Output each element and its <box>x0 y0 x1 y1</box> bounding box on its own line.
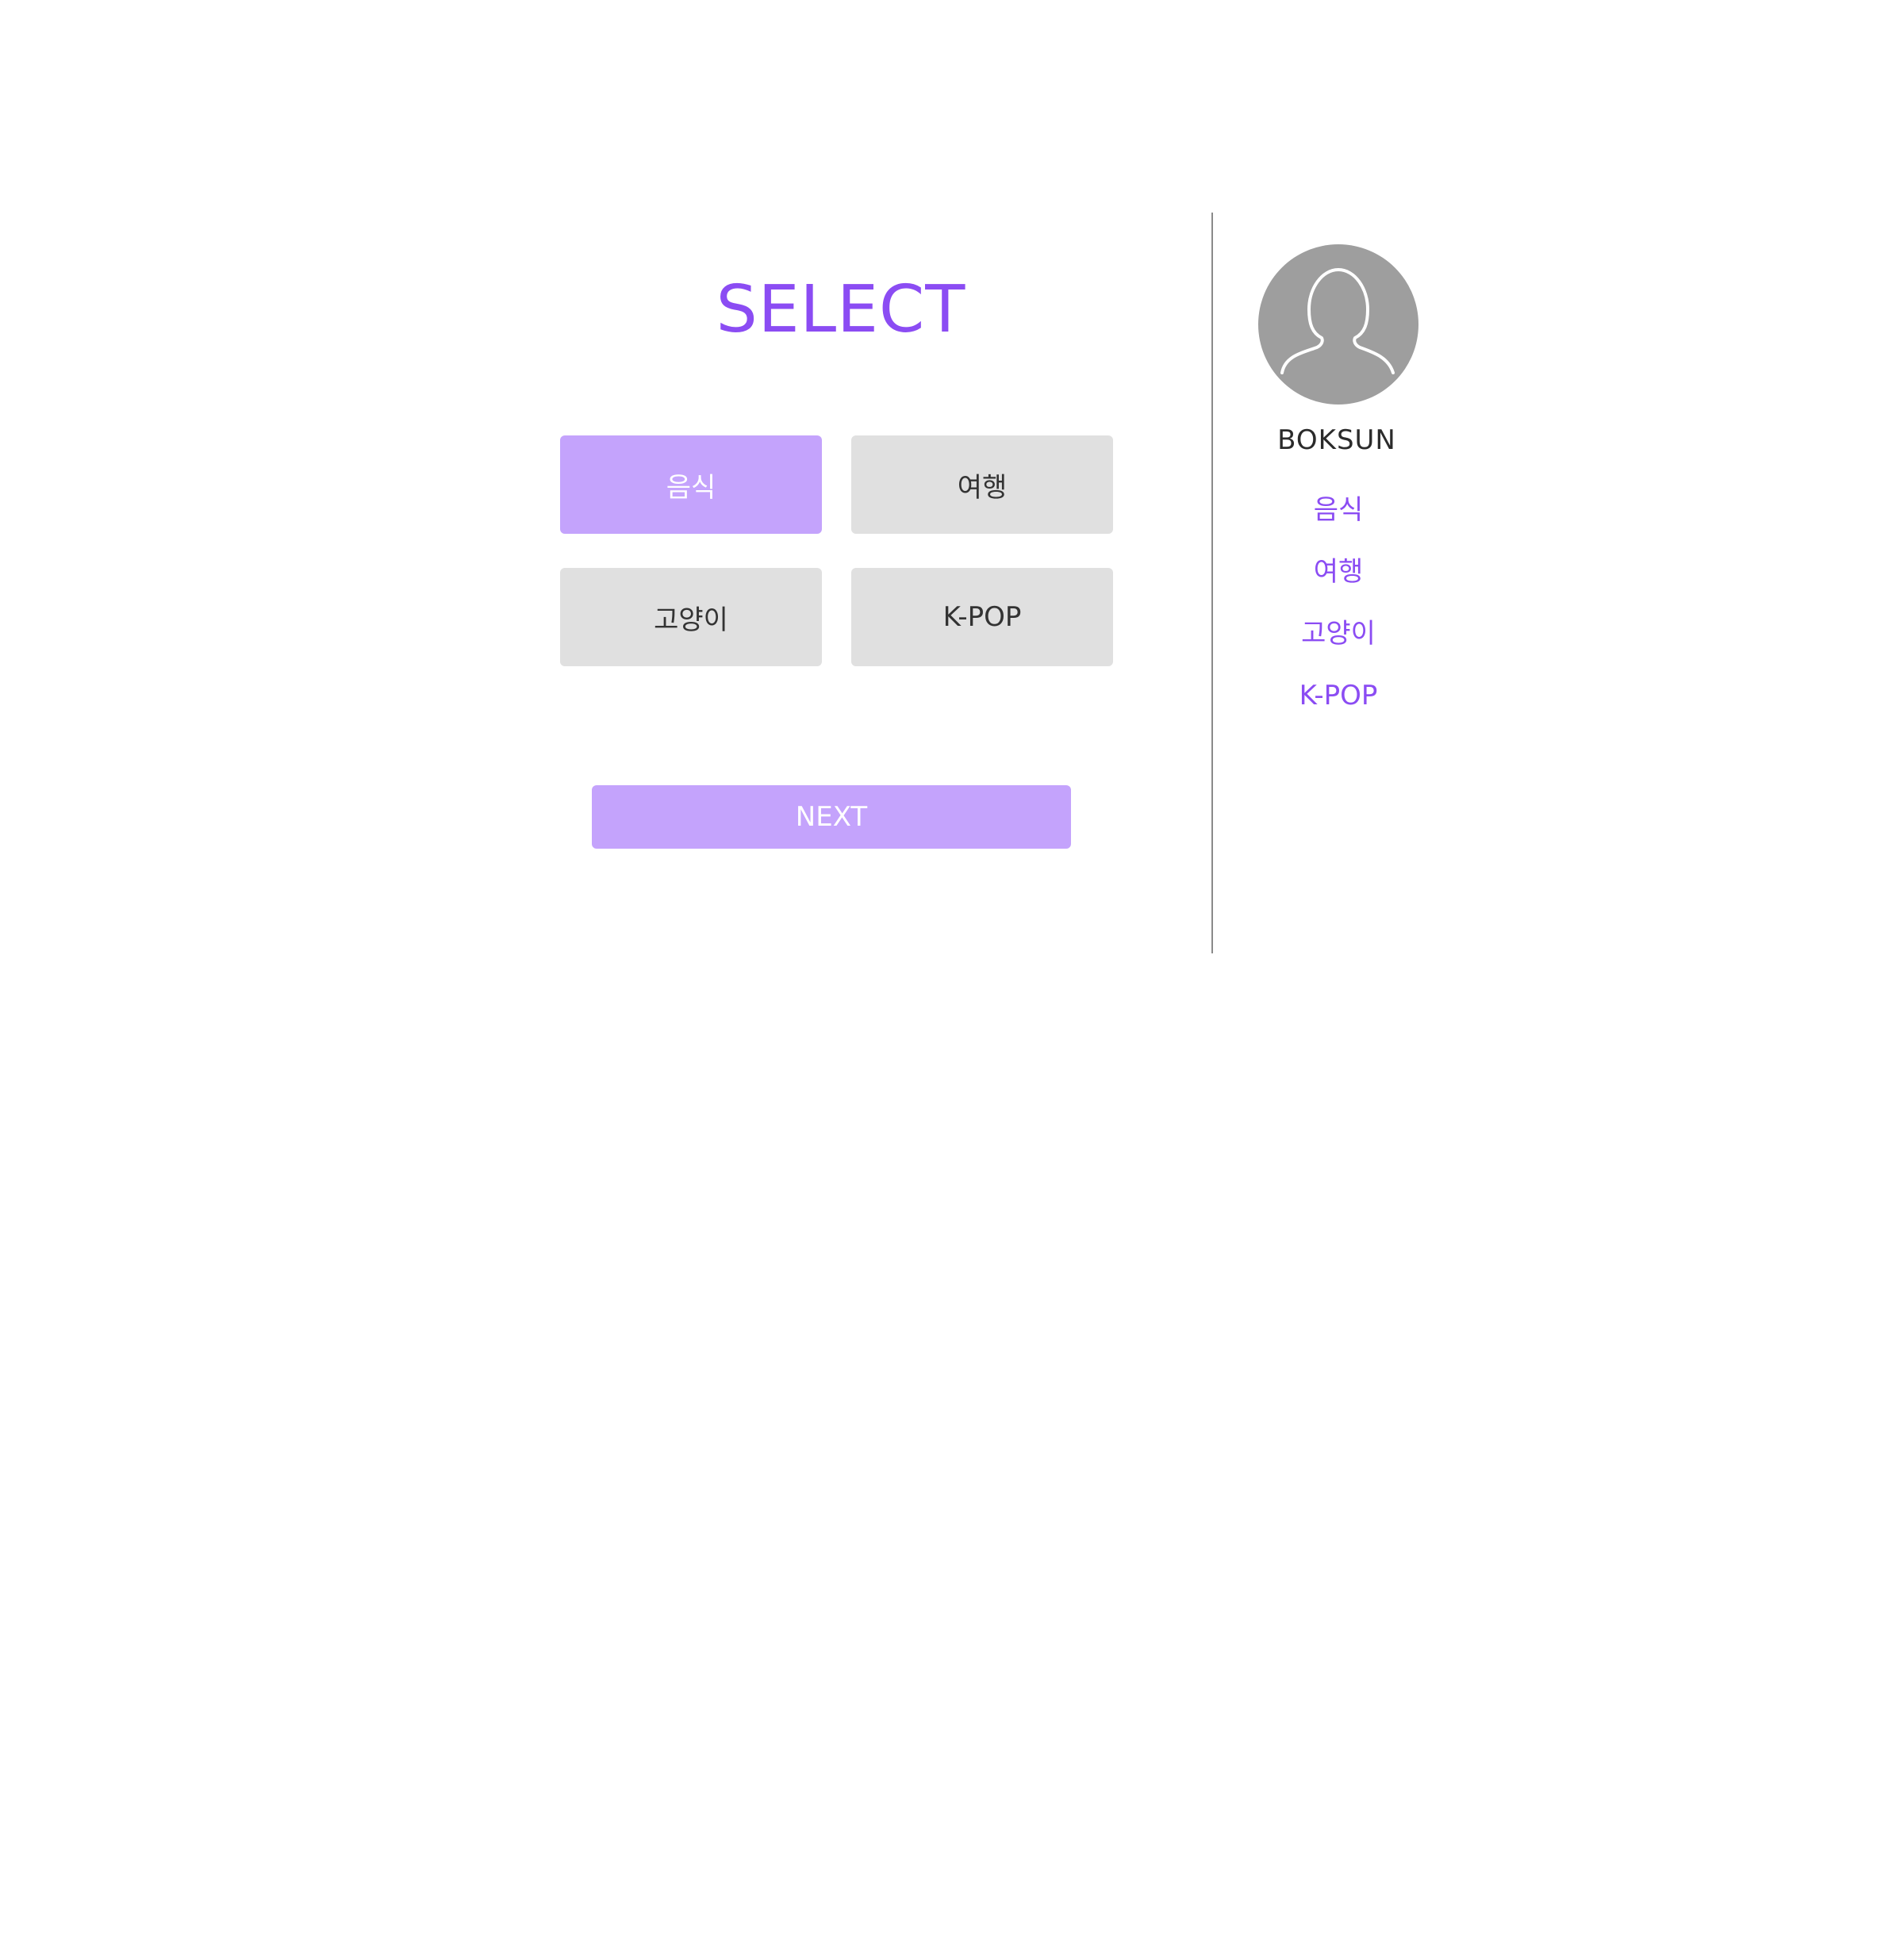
category-button-cat[interactable]: 고양이 <box>560 568 822 666</box>
next-button[interactable]: NEXT <box>592 785 1071 849</box>
list-item: 고양이 <box>1301 618 1376 650</box>
list-item: 음식 <box>1313 494 1364 526</box>
list-item: 여행 <box>1313 556 1364 588</box>
person-silhouette-icon <box>1280 268 1395 374</box>
category-button-kpop[interactable]: K-POP <box>851 568 1113 666</box>
vertical-divider <box>1211 213 1213 953</box>
category-button-food[interactable]: 음식 <box>560 435 822 534</box>
category-button-travel[interactable]: 여행 <box>851 435 1113 534</box>
username: BOKSUN <box>1277 424 1396 456</box>
page-title: SELECT <box>716 272 966 347</box>
list-item: K-POP <box>1299 680 1378 711</box>
avatar <box>1258 244 1418 405</box>
selected-list: 음식 여행 고양이 K-POP <box>1238 490 1439 738</box>
